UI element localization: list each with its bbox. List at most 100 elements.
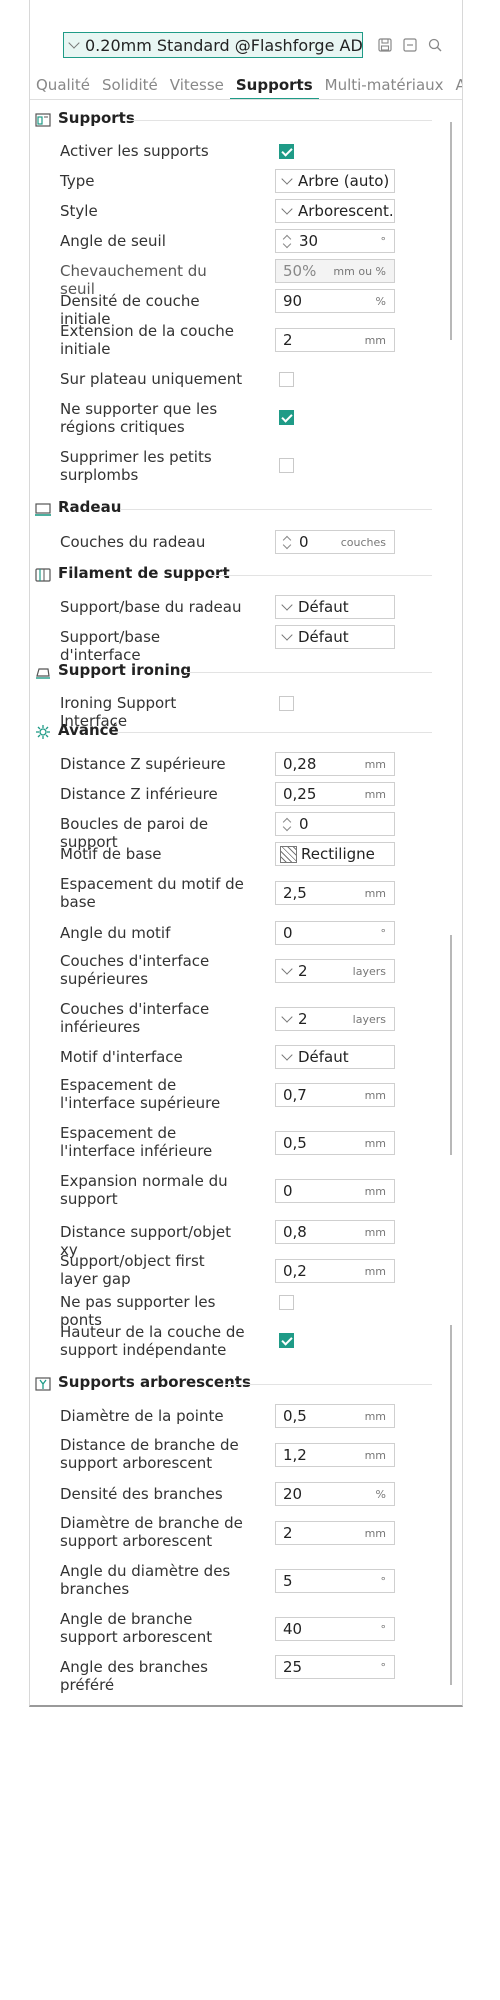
tip-diameter-label: Diamètre de la pointe xyxy=(60,1407,224,1425)
tab-supports[interactable]: Supports xyxy=(229,72,319,100)
raft-layers-label: Couches du radeau xyxy=(60,533,206,551)
chevron-down-icon xyxy=(281,1049,293,1061)
spinner-icon[interactable] xyxy=(283,535,291,549)
bottom-interface-spacing-input[interactable]: 0,5 mm xyxy=(275,1131,395,1155)
section-divider xyxy=(185,672,432,673)
save-icon[interactable] xyxy=(378,38,392,52)
critical-regions-checkbox[interactable] xyxy=(279,410,294,425)
remove-small-overhangs-label: Supprimer les petits surplombs xyxy=(60,448,212,484)
first-layer-gap-label: Support/object first layer gap xyxy=(60,1252,205,1288)
bottom-interface-layers-label: Couches d'interface inférieures xyxy=(60,1000,210,1036)
ironing-icon xyxy=(36,668,50,679)
independent-layer-height-checkbox[interactable] xyxy=(279,1333,294,1348)
interface-pattern-dropdown[interactable]: Défaut xyxy=(275,1045,395,1069)
base-spacing-label: Espacement du motif de base xyxy=(60,875,244,911)
first-layer-gap-input[interactable]: 0,2 mm xyxy=(275,1259,395,1283)
chevron-down-icon xyxy=(281,963,293,975)
branch-density-input[interactable]: 20% xyxy=(275,1482,395,1506)
spinner-icon[interactable] xyxy=(283,817,291,831)
bottom-z-distance-input[interactable]: 0,25 mm xyxy=(275,782,395,806)
initial-density-input[interactable]: 90% xyxy=(275,289,395,313)
branch-angle-input[interactable]: 40 ° xyxy=(275,1617,395,1641)
branch-density-label: Densité des branches xyxy=(60,1485,223,1503)
initial-expansion-label: Extension de la couche initiale xyxy=(60,322,234,358)
top-z-distance-input[interactable]: 0,28 mm xyxy=(275,752,395,776)
threshold-overlap-input: 50% mm ou % xyxy=(275,259,395,283)
interface-filament-dropdown[interactable]: Défaut xyxy=(275,625,395,649)
scrollbar-segment xyxy=(450,935,452,1155)
top-interface-layers-dropdown[interactable]: 2 layers xyxy=(275,959,395,983)
diameter-angle-input[interactable]: 5 ° xyxy=(275,1569,395,1593)
base-pattern-label: Motif de base xyxy=(60,845,162,863)
build-plate-only-label: Sur plateau uniquement xyxy=(60,370,243,388)
branch-distance-label: Distance de branche de support arboresce… xyxy=(60,1436,239,1472)
normal-expansion-label: Expansion normale du support xyxy=(60,1172,228,1208)
scrollbar-segment xyxy=(450,1325,452,1475)
section-title: Avancé xyxy=(58,721,119,739)
chevron-down-icon xyxy=(281,173,293,185)
raft-base-filament-dropdown[interactable]: Défaut xyxy=(275,595,395,619)
advanced-icon xyxy=(36,725,50,739)
chevron-down-icon xyxy=(68,37,80,49)
style-dropdown[interactable]: Arborescent... xyxy=(275,199,395,223)
diameter-angle-label: Angle du diamètre des branches xyxy=(60,1562,231,1598)
ironing-interface-checkbox[interactable] xyxy=(279,696,294,711)
tab-strength[interactable]: Solidité xyxy=(96,72,164,98)
preferred-angle-input[interactable]: 25 ° xyxy=(275,1655,395,1679)
enable-support-label: Activer les supports xyxy=(60,142,209,160)
pattern-angle-input[interactable]: 0 ° xyxy=(275,921,395,945)
no-bridges-checkbox[interactable] xyxy=(279,1295,294,1310)
supports-icon xyxy=(35,113,51,127)
settings-panel: 0.20mm Standard @Flashforge AD5M ... Qua… xyxy=(29,0,463,1707)
raft-layers-input[interactable]: 0 couches xyxy=(275,530,395,554)
base-pattern-dropdown[interactable]: Rectiligne xyxy=(275,842,395,866)
section-divider xyxy=(210,575,432,576)
remove-small-overhangs-checkbox[interactable] xyxy=(279,458,294,473)
chevron-down-icon xyxy=(281,203,293,215)
section-raft: Radeau xyxy=(30,497,440,521)
top-interface-spacing-input[interactable]: 0,7 mm xyxy=(275,1083,395,1107)
build-plate-only-checkbox[interactable] xyxy=(279,372,294,387)
branch-distance-input[interactable]: 1,2 mm xyxy=(275,1443,395,1467)
tab-speed[interactable]: Vitesse xyxy=(164,72,230,98)
top-interface-spacing-label: Espacement de l'interface supérieure xyxy=(60,1076,221,1112)
branch-diameter-input[interactable]: 2 mm xyxy=(275,1521,395,1545)
spinner-icon[interactable] xyxy=(283,234,291,248)
enable-support-checkbox[interactable] xyxy=(279,144,294,159)
section-divider xyxy=(225,1384,432,1385)
section-support-filament: Filament de support xyxy=(30,563,440,587)
type-dropdown[interactable]: Arbre (auto) xyxy=(275,169,395,193)
scrollbar[interactable] xyxy=(450,122,452,340)
chevron-down-icon xyxy=(281,599,293,611)
preferred-angle-label: Angle des branches préféré xyxy=(60,1658,208,1694)
pattern-angle-label: Angle du motif xyxy=(60,924,171,942)
wall-loops-input[interactable]: 0 xyxy=(275,812,395,836)
xy-distance-input[interactable]: 0,8 mm xyxy=(275,1220,395,1244)
tab-quality[interactable]: Qualité xyxy=(30,72,96,98)
section-advanced: Avancé xyxy=(30,720,440,744)
tab-multi-material[interactable]: Multi-matériaux xyxy=(319,72,450,98)
collapse-icon[interactable] xyxy=(403,38,417,52)
bottom-interface-spacing-label: Espacement de l'interface inférieure xyxy=(60,1124,213,1160)
section-divider xyxy=(130,120,432,121)
top-z-distance-label: Distance Z supérieure xyxy=(60,755,226,773)
search-icon[interactable] xyxy=(428,38,442,52)
base-spacing-input[interactable]: 2,5 mm xyxy=(275,881,395,905)
threshold-angle-label: Angle de seuil xyxy=(60,232,166,250)
type-label: Type xyxy=(60,172,95,190)
initial-expansion-input[interactable]: 2 mm xyxy=(275,328,395,352)
filament-icon xyxy=(35,568,51,582)
threshold-angle-input[interactable]: 30 ° xyxy=(275,229,395,253)
tip-diameter-input[interactable]: 0,5 mm xyxy=(275,1404,395,1428)
branch-diameter-label: Diamètre de branche de support arboresce… xyxy=(60,1514,243,1550)
tab-others[interactable]: A... xyxy=(450,72,462,98)
section-divider xyxy=(115,732,432,733)
normal-expansion-input[interactable]: 0 mm xyxy=(275,1179,395,1203)
bottom-interface-layers-dropdown[interactable]: 2 layers xyxy=(275,1007,395,1031)
settings-tabs: Qualité Solidité Vitesse Supports Multi-… xyxy=(30,72,462,100)
style-label: Style xyxy=(60,202,98,220)
top-interface-layers-label: Couches d'interface supérieures xyxy=(60,952,210,988)
preset-dropdown[interactable]: 0.20mm Standard @Flashforge AD5M ... xyxy=(63,32,363,58)
section-divider xyxy=(120,509,432,510)
interface-pattern-label: Motif d'interface xyxy=(60,1048,183,1066)
